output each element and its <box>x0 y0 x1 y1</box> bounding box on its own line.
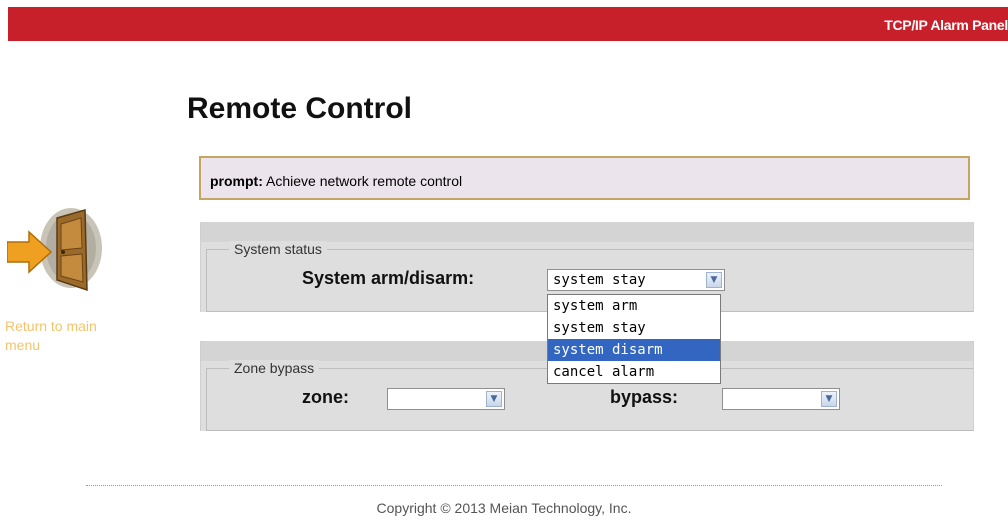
chevron-down-icon[interactable]: ▼ <box>486 391 502 407</box>
system-arm-disarm-value: system stay <box>553 272 646 288</box>
bypass-select[interactable]: ▼ <box>722 388 840 410</box>
dropdown-option-system-disarm[interactable]: system disarm <box>548 339 720 361</box>
door-exit-icon[interactable] <box>7 204 103 296</box>
panel-header-strip <box>201 222 973 242</box>
prompt-box: prompt: Achieve network remote control <box>199 156 970 200</box>
dropdown-option-cancel-alarm[interactable]: cancel alarm <box>548 361 720 383</box>
return-to-main-menu-link[interactable]: Return to main menu <box>5 317 135 355</box>
zone-select[interactable]: ▼ <box>387 388 505 410</box>
system-status-legend: System status <box>229 241 327 257</box>
footer-divider <box>86 485 942 486</box>
bypass-label: bypass: <box>610 387 679 407</box>
prompt-key: prompt <box>210 173 259 189</box>
system-arm-disarm-label: System arm/disarm: <box>302 268 475 288</box>
system-arm-disarm-dropdown-list[interactable]: system arm system stay system disarm can… <box>547 294 721 384</box>
prompt-text: Achieve network remote control <box>266 173 463 189</box>
copyright-text: Copyright © 2013 Meian Technology, Inc. <box>376 500 632 516</box>
product-name: TCP/IP Alarm Panel <box>884 17 1008 33</box>
chevron-down-icon[interactable]: ▼ <box>706 272 722 288</box>
zone-label: zone: <box>302 387 349 407</box>
header-bar: TCP/IP Alarm Panel <box>8 7 1008 41</box>
zone-bypass-legend: Zone bypass <box>229 360 320 376</box>
system-arm-disarm-select[interactable]: system stay ▼ <box>547 269 725 291</box>
page-title: Remote Control <box>187 92 412 125</box>
dropdown-option-system-arm[interactable]: system arm <box>548 295 720 317</box>
dropdown-option-system-stay[interactable]: system stay <box>548 317 720 339</box>
prompt-separator: : <box>258 173 263 189</box>
chevron-down-icon[interactable]: ▼ <box>821 391 837 407</box>
